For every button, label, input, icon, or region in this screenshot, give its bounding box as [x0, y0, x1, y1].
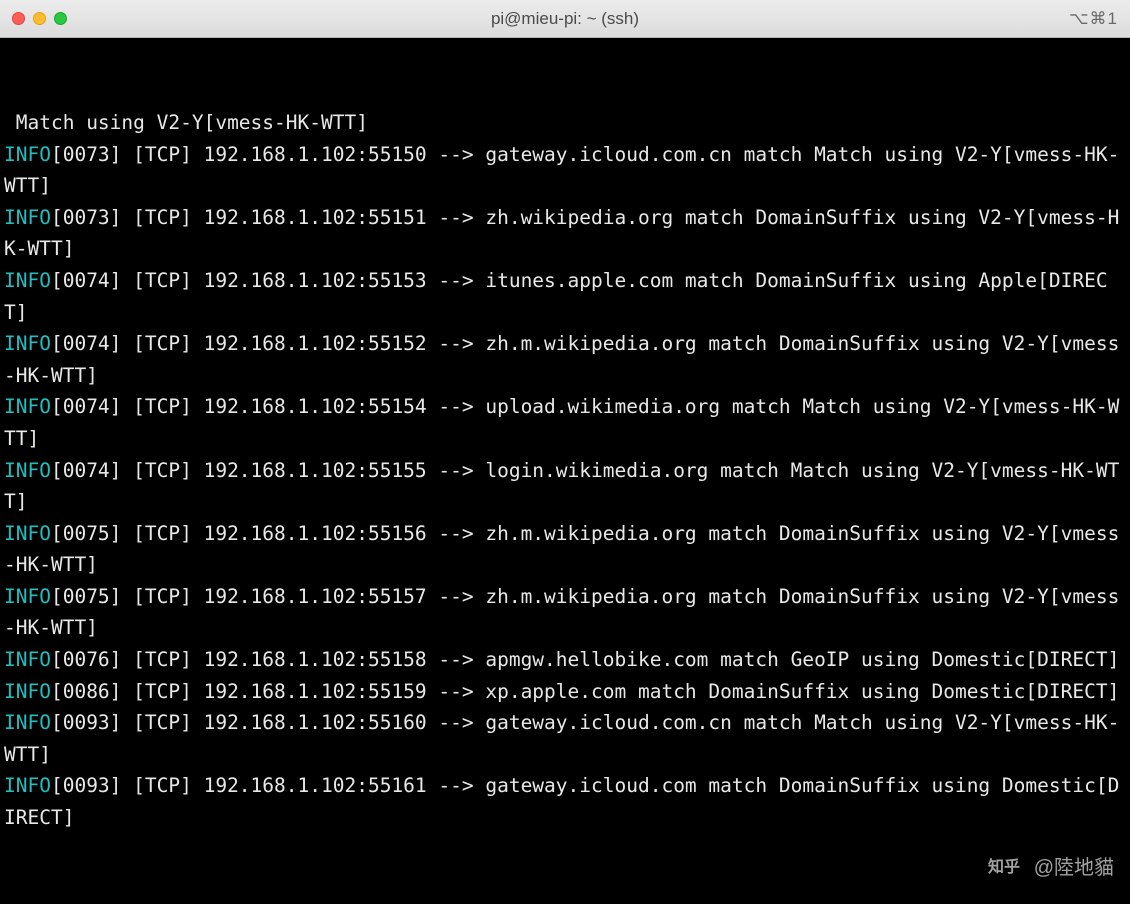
minimize-window-button[interactable] — [33, 12, 46, 25]
log-level-info: INFO — [4, 143, 51, 166]
log-level-info: INFO — [4, 206, 51, 229]
terminal-output[interactable]: Match using V2-Y[vmess-HK-WTT] INFO[0073… — [0, 38, 1130, 904]
zhihu-watermark: 知乎 @陸地貓 — [988, 852, 1114, 884]
log-level-info: INFO — [4, 522, 51, 545]
zoom-window-button[interactable] — [54, 12, 67, 25]
log-level-info: INFO — [4, 774, 51, 797]
traffic-lights — [12, 12, 67, 25]
window-shortcut-hint: ⌥⌘1 — [1069, 9, 1118, 29]
log-level-info: INFO — [4, 711, 51, 734]
log-level-info: INFO — [4, 332, 51, 355]
zhihu-logo-icon: 知乎 — [988, 858, 1028, 878]
terminal-lines: Match using V2-Y[vmess-HK-WTT] INFO[0073… — [4, 107, 1126, 833]
log-level-info: INFO — [4, 459, 51, 482]
log-level-info: INFO — [4, 585, 51, 608]
window-titlebar: pi@mieu-pi: ~ (ssh) ⌥⌘1 — [0, 0, 1130, 38]
window-title: pi@mieu-pi: ~ (ssh) — [491, 9, 639, 29]
log-level-info: INFO — [4, 395, 51, 418]
watermark-user: @陸地貓 — [1034, 852, 1114, 884]
log-level-info: INFO — [4, 680, 51, 703]
log-level-info: INFO — [4, 269, 51, 292]
close-window-button[interactable] — [12, 12, 25, 25]
svg-text:知乎: 知乎 — [988, 858, 1020, 876]
log-level-info: INFO — [4, 648, 51, 671]
